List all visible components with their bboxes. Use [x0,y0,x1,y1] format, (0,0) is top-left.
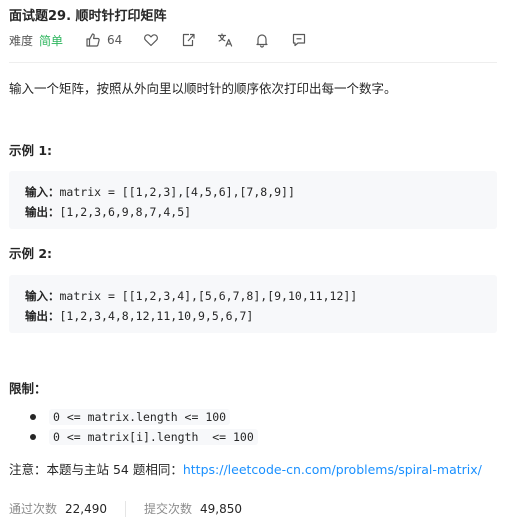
example-1-input-label: 输入： [25,185,60,199]
header-divider [9,62,497,63]
limits-list: 0 <= matrix.length <= 100 0 <= matrix[i]… [30,407,258,447]
example-1-input-line: 输入：matrix = [[1,2,3],[4,5,6],[7,8,9]] [25,182,481,202]
example-1-title: 示例 1: [9,143,53,158]
share-button[interactable] [180,32,196,48]
spiral-matrix-link[interactable]: https://leetcode-cn.com/problems/spiral-… [183,462,482,477]
heart-icon [144,34,159,47]
example-2-input-label: 输入： [25,289,60,303]
limit-code: 0 <= matrix.length <= 100 [49,409,231,425]
limit-code: 0 <= matrix[i].length <= 100 [49,429,258,445]
example-2-output: [1,2,3,4,8,12,11,10,9,5,6,7] [59,309,254,323]
submissions-count: 49,850 [200,501,243,516]
note-text: 注意：本题与主站 54 题相同： [9,462,183,477]
note: 注意：本题与主站 54 题相同：https://leetcode-cn.com/… [9,459,482,478]
difficulty-label: 难度 [9,33,34,48]
bell-icon [256,34,268,48]
problem-description: 输入一个矩阵，按照从外向里以顺时针的顺序依次打印出每一个数字。 [9,81,397,96]
example-2-code-block: 输入：matrix = [[1,2,3,4],[5,6,7,8],[9,10,1… [9,275,497,333]
stats-divider [125,500,127,517]
accepted-count: 22,490 [65,501,108,516]
problem-meta-bar: 难度 简单 64 [9,31,328,49]
example-2-title: 示例 2: [9,246,53,261]
limits-title: 限制： [9,381,47,396]
share-icon [183,33,195,47]
difficulty-badge: 简单 [39,33,64,48]
feedback-button[interactable] [291,32,307,48]
example-1-output: [1,2,3,6,9,8,7,4,5] [59,205,192,219]
like-button[interactable]: 64 [85,32,122,48]
list-item: 0 <= matrix[i].length <= 100 [30,427,258,447]
example-1-code-block: 输入：matrix = [[1,2,3],[4,5,6],[7,8,9]] 输出… [9,171,497,229]
notify-button[interactable] [254,32,270,48]
favorite-button[interactable] [143,32,159,48]
submissions-label: 提交次数 [144,502,193,516]
submission-stats: 通过次数 22,490 提交次数 49,850 [9,500,242,517]
comment-icon [293,33,306,47]
example-1-output-line: 输出：[1,2,3,6,9,8,7,4,5] [25,202,481,222]
translate-button[interactable] [217,32,233,48]
bullet-icon [30,434,36,440]
like-count: 64 [107,33,123,47]
translate-icon [218,33,233,47]
example-2-input: matrix = [[1,2,3,4],[5,6,7,8],[9,10,11,1… [59,289,358,303]
example-2-output-label: 输出： [25,309,60,323]
list-item: 0 <= matrix.length <= 100 [30,407,258,427]
example-1-input: matrix = [[1,2,3],[4,5,6],[7,8,9]] [59,185,295,199]
example-2-output-line: 输出：[1,2,3,4,8,12,11,10,9,5,6,7] [25,306,481,326]
accepted-label: 通过次数 [9,502,58,516]
page-title: 面试题29. 顺时针打印矩阵 [9,9,167,24]
thumbs-up-icon [86,33,100,47]
problem-page: 面试题29. 顺时针打印矩阵 难度 简单 64 输入一个矩阵，按照从外向里以顺时… [0,0,506,523]
example-1-output-label: 输出： [25,205,60,219]
example-2-input-line: 输入：matrix = [[1,2,3,4],[5,6,7,8],[9,10,1… [25,286,481,306]
bullet-icon [30,414,36,420]
